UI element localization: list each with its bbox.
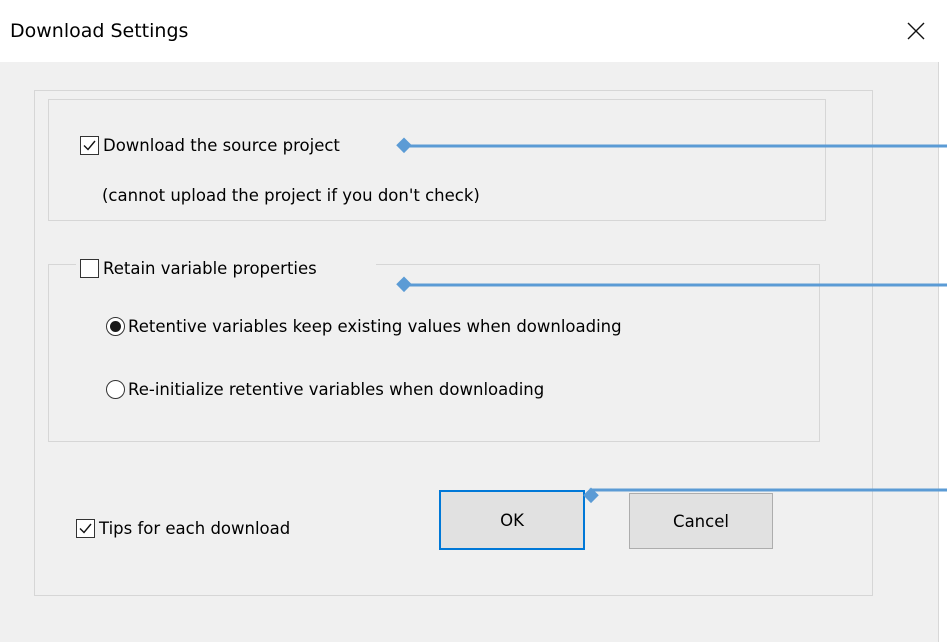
callout-line-download-source [396, 137, 947, 154]
callout-line-ok-button [583, 487, 947, 504]
callout-annotations [396, 137, 947, 504]
callout-line-retain-variables [396, 276, 947, 293]
